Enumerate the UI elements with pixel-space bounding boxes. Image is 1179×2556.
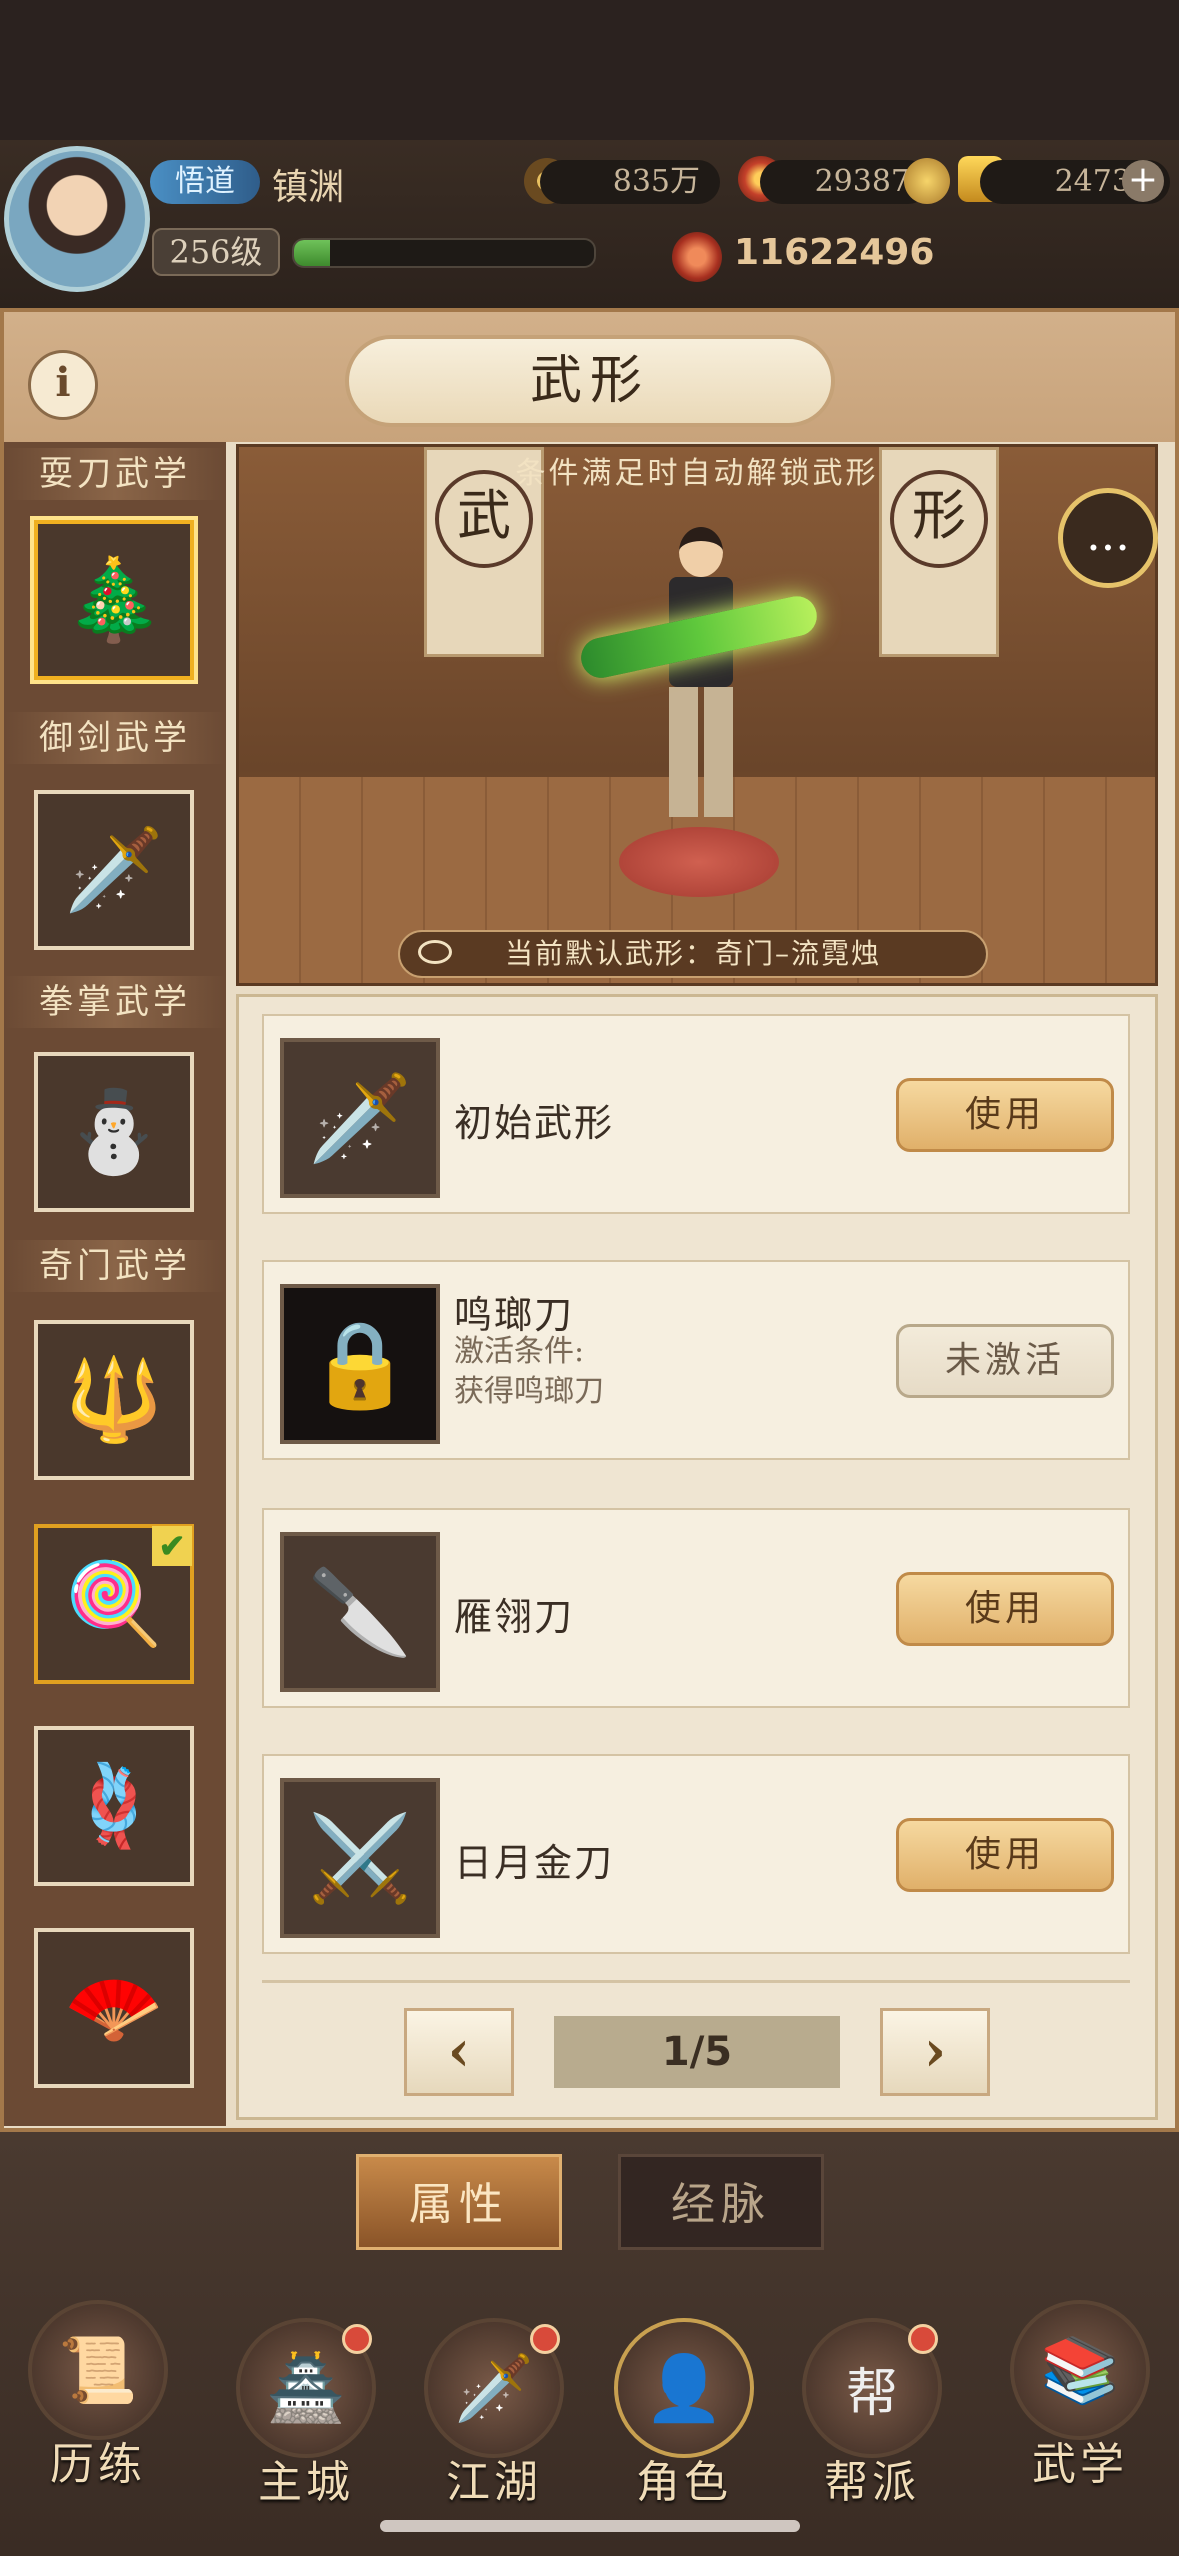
sidebar-weapon-fan[interactable]: 🪭 (34, 1928, 194, 2088)
use-button[interactable]: 使用 (896, 1078, 1114, 1152)
sidebar-weapon-ice-spear[interactable]: 🔱 (34, 1320, 194, 1480)
sun-moon-blade-icon: ⚔️ (280, 1778, 440, 1938)
current-default-form: 当前默认武形：奇门–流霓烛 (398, 930, 988, 978)
form-card-yanling: 🔪 雁翎刀 使用 (262, 1508, 1130, 1708)
exp-bar-fill (294, 240, 330, 266)
character-model (577, 527, 821, 847)
yanling-blade-icon: 🔪 (280, 1532, 440, 1692)
nav-label: 角色 (636, 2457, 732, 2508)
form-name: 鸣瑯刀 (454, 1293, 575, 1337)
form-name: 日月金刀 (454, 1841, 615, 1885)
category-exotic[interactable]: 奇门武学 (4, 1240, 226, 1292)
tab-attributes[interactable]: 属性 (356, 2154, 562, 2250)
list-divider (262, 1980, 1130, 1983)
sidebar-weapon-ribbon-whip[interactable]: 🪢 (34, 1726, 194, 1886)
christmas-tree-blade-icon: 🎄 (64, 553, 164, 646)
activation-condition: 获得鸣瑯刀 (454, 1374, 604, 1409)
status-bar (0, 0, 1179, 140)
sidebar-weapon-candy-cane[interactable]: 🍭 ✔ (34, 1524, 194, 1684)
snowman-gauntlet-icon: ⛄ (64, 1085, 164, 1178)
ingot-icon[interactable] (904, 158, 950, 204)
sidebar-weapon-christmas-tree-blade[interactable]: 🎄 (34, 520, 194, 680)
page-title: 武形 (345, 335, 835, 427)
scroll-icon: 📜 (28, 2300, 168, 2440)
combat-power-icon (672, 232, 722, 282)
category-saber[interactable]: 耍刀武学 (4, 448, 226, 500)
ribbon-whip-icon: 🪢 (64, 1759, 164, 1852)
form-card-sun-moon: ⚔️ 日月金刀 使用 (262, 1754, 1130, 1954)
nav-character[interactable]: 👤 角色 (604, 2318, 764, 2508)
notification-dot (342, 2324, 372, 2354)
not-activated-button[interactable]: 未激活 (896, 1324, 1114, 1398)
info-icon[interactable]: i (28, 350, 98, 420)
page-indicator: 1/5 (554, 2016, 840, 2088)
category-fist[interactable]: 拳掌武学 (4, 976, 226, 1028)
character-legs (669, 687, 733, 817)
use-button[interactable]: 使用 (896, 1572, 1114, 1646)
character-head (679, 527, 723, 577)
tab-meridians[interactable]: 经脉 (618, 2154, 824, 2250)
notification-dot (908, 2324, 938, 2354)
eye-icon[interactable] (418, 940, 452, 964)
exp-bar (292, 238, 596, 268)
nav-label: 主城 (258, 2457, 354, 2508)
nav-guild[interactable]: 帮 帮派 (792, 2318, 952, 2508)
nav-main-city[interactable]: 🏯 主城 (226, 2318, 386, 2508)
equipped-check-icon: ✔ (152, 1526, 192, 1566)
nav-jianghu[interactable]: 🗡️ 江湖 (414, 2318, 574, 2508)
combat-power-value: 11622496 (734, 232, 935, 273)
nav-label: 武学 (1032, 2439, 1128, 2490)
player-avatar[interactable] (4, 146, 150, 292)
nav-martial-arts[interactable]: 📚 武学 (1000, 2300, 1160, 2490)
form-card-initial: 🗡️ 初始武形 使用 (262, 1014, 1130, 1214)
form-name: 初始武形 (454, 1101, 615, 1145)
ice-spear-icon: 🔱 (64, 1353, 164, 1446)
nav-training[interactable]: 📜 历练 (18, 2300, 178, 2490)
holly-sword-icon: 🗡️ (64, 823, 164, 916)
martial-form-scene: 武 形 (236, 444, 1158, 986)
category-sword[interactable]: 御剑武学 (4, 712, 226, 764)
next-page-button[interactable]: › (880, 2008, 990, 2096)
sidebar-weapon-snowman-gauntlet[interactable]: ⛄ (34, 1052, 194, 1212)
lock-icon: 🔒 (280, 1284, 440, 1444)
chat-bubble-button[interactable]: ... (1058, 488, 1158, 588)
silver-amount: 835万 (540, 160, 720, 204)
player-rank-badge: 悟道 (150, 160, 260, 204)
notification-dot (530, 2324, 560, 2354)
sidebar-weapon-holly-sword[interactable]: 🗡️ (34, 790, 194, 950)
form-card-minglang: 🔒 鸣瑯刀 激活条件: 获得鸣瑯刀 未激活 (262, 1260, 1130, 1460)
player-name: 镇渊 (272, 167, 345, 208)
form-name: 雁翎刀 (454, 1595, 575, 1639)
nav-label: 历练 (50, 2439, 146, 2490)
nav-label: 江湖 (446, 2457, 542, 2508)
player-level: 256级 (152, 228, 280, 276)
prev-page-button[interactable]: ‹ (404, 2008, 514, 2096)
initial-blade-icon: 🗡️ (280, 1038, 440, 1198)
nav-label: 帮派 (824, 2457, 920, 2508)
use-button[interactable]: 使用 (896, 1818, 1114, 1892)
character-icon: 👤 (614, 2318, 754, 2458)
candy-cane-icon: 🍭 (64, 1557, 164, 1650)
unlock-hint: 条件满足时自动解锁武形 (515, 456, 879, 491)
add-currency-icon[interactable]: + (1122, 160, 1164, 202)
books-icon: 📚 (1010, 2300, 1150, 2440)
activation-label: 激活条件: (454, 1334, 585, 1369)
fan-icon: 🪭 (64, 1961, 164, 2054)
home-indicator[interactable] (380, 2520, 800, 2532)
